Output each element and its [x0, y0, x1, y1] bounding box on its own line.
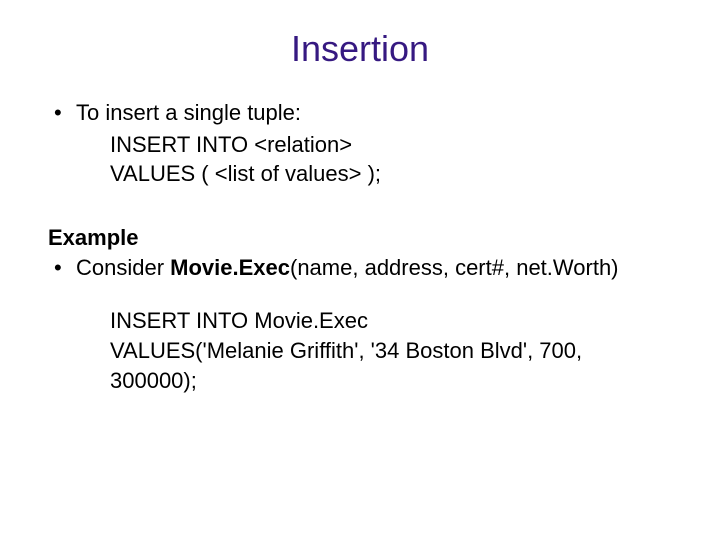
bullet-text: To insert a single tuple: [76, 98, 672, 128]
code-line: VALUES ( <list of values> ); [48, 159, 672, 189]
bullet-icon: • [48, 98, 76, 128]
slide-body: • To insert a single tuple: INSERT INTO … [48, 98, 672, 396]
example-heading: Example [48, 223, 672, 253]
bullet-text: Consider Movie.Exec(name, address, cert#… [76, 253, 672, 283]
bullet-item: • To insert a single tuple: [48, 98, 672, 128]
slide: Insertion • To insert a single tuple: IN… [0, 0, 720, 540]
code-line: INSERT INTO Movie.Exec [48, 306, 672, 336]
code-line: VALUES('Melanie Griffith', '34 Boston Bl… [48, 336, 672, 395]
bullet-icon: • [48, 253, 76, 283]
schema-args: (name, address, cert#, net.Worth) [290, 255, 619, 280]
code-line: INSERT INTO <relation> [48, 130, 672, 160]
text: Consider [76, 255, 170, 280]
schema-name: Movie.Exec [170, 255, 290, 280]
bullet-item: • Consider Movie.Exec(name, address, cer… [48, 253, 672, 283]
slide-title: Insertion [48, 28, 672, 70]
